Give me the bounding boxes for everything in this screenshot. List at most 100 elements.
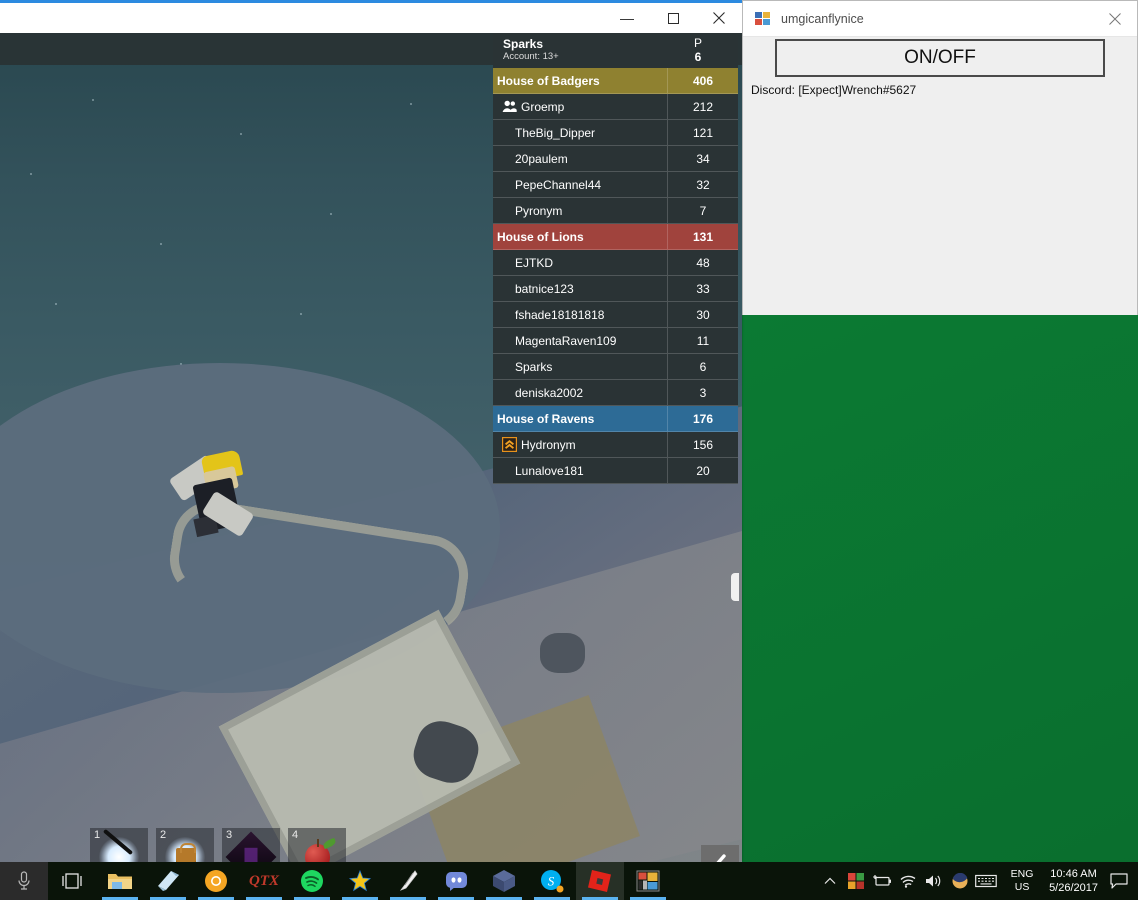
action-center-icon — [1110, 873, 1128, 889]
side-panel-handle[interactable] — [731, 573, 739, 601]
red-apple-icon — [305, 837, 337, 862]
player-score: 3 — [667, 380, 738, 406]
player-score: 11 — [667, 328, 738, 354]
brown-bag-icon — [176, 843, 196, 862]
taskbar-app-visual-studio[interactable] — [624, 862, 672, 900]
leaderboard-row[interactable]: MagentaRaven109 11 — [493, 328, 738, 354]
keyboard-icon[interactable] — [973, 862, 999, 900]
leaderboard-row[interactable]: 20paulem 34 — [493, 146, 738, 172]
antivirus-icon[interactable] — [843, 862, 869, 900]
language-indicator[interactable]: ENG US — [1003, 862, 1041, 900]
inventory-hotbar[interactable]: 1 2 3 4 — [90, 828, 346, 862]
player-score: 33 — [667, 276, 738, 302]
taskbar-app-discord[interactable] — [432, 862, 480, 900]
leaderboard-row[interactable]: TheBig_Dipper 121 — [493, 120, 738, 146]
spotify-icon — [301, 870, 323, 892]
player-name-cell: 20paulem — [493, 146, 667, 172]
team-name: House of Ravens — [493, 406, 667, 432]
leaderboard-row[interactable]: batnice123 33 — [493, 276, 738, 302]
team-score: 176 — [667, 406, 738, 432]
leaderboard-row[interactable]: EJTKD 48 — [493, 250, 738, 276]
leaderboard-row[interactable]: Pyronym 7 — [493, 198, 738, 224]
player-name-text: 20paulem — [515, 151, 568, 166]
taskbar-app-qtx[interactable]: QTX — [240, 862, 288, 900]
taskbar-clock[interactable]: 10:46 AM 5/26/2017 — [1049, 862, 1098, 900]
taskbar-app-roblox-studio[interactable] — [480, 862, 528, 900]
points-column-header: P — [693, 35, 702, 50]
player-leaderboard: Sparks Account: 13+ P 6 House of Badgers… — [493, 33, 738, 484]
tool-window-title: umgicanflynice — [781, 11, 864, 26]
leaderboard-row[interactable]: Groemp 212 — [493, 94, 738, 120]
chevron-left-icon — [716, 854, 726, 862]
player-score: 6 — [667, 354, 738, 380]
hotbar-slot-2[interactable]: 2 — [156, 828, 214, 862]
chevron-up-icon[interactable] — [817, 862, 843, 900]
taskbar-app-roblox-player[interactable] — [576, 862, 624, 900]
leaderboard-row[interactable]: Hydronym 156 — [493, 432, 738, 458]
leaderboard-row[interactable]: Lunalove181 20 — [493, 458, 738, 484]
team-score: 131 — [667, 224, 738, 250]
taskbar-app-file-explorer[interactable] — [96, 862, 144, 900]
skype-icon: S — [541, 870, 564, 893]
player-name-text: EJTKD — [515, 255, 554, 270]
player-score: 121 — [667, 120, 738, 146]
player-name-cell: EJTKD — [493, 250, 667, 276]
volume-icon[interactable] — [921, 862, 947, 900]
player-name-cell: Lunalove181 — [493, 458, 667, 484]
player-name-text: deniska2002 — [515, 385, 584, 400]
player-name-text: MagentaRaven109 — [515, 333, 617, 348]
collapse-panel-button[interactable] — [701, 845, 739, 862]
qtx-icon: QTX — [249, 872, 279, 889]
taskbar-app-star[interactable] — [336, 862, 384, 900]
account-age-label: Account: 13+ — [503, 50, 559, 62]
leaderboard-row[interactable]: PepeChannel44 32 — [493, 172, 738, 198]
orb-icon[interactable] — [947, 862, 973, 900]
player-name-text: fshade18181818 — [515, 307, 605, 322]
dark-gem-icon — [225, 831, 277, 862]
game-window-titlebar[interactable]: — — [0, 3, 742, 33]
tool-window-body: ON/OFF Discord: [Expect]Wrench#5627 — [743, 37, 1137, 315]
battery-icon[interactable] — [869, 862, 895, 900]
taskbar-app-skype[interactable]: S — [528, 862, 576, 900]
player-score: 156 — [667, 432, 738, 458]
hotbar-slot-number: 2 — [160, 829, 167, 841]
team-name: House of Lions — [493, 224, 667, 250]
maximize-button[interactable] — [650, 3, 696, 33]
player-name-text: Groemp — [521, 99, 565, 114]
player-name-text: PepeChannel44 — [515, 177, 602, 192]
player-name-cell: Sparks — [493, 354, 667, 380]
tool-window-close-button[interactable] — [1092, 1, 1137, 36]
leaderboard-row[interactable]: Sparks 6 — [493, 354, 738, 380]
player-score: 32 — [667, 172, 738, 198]
minimize-button[interactable]: — — [604, 3, 650, 33]
microphone-icon — [18, 871, 30, 890]
close-icon — [1108, 12, 1121, 25]
roblox-icon — [588, 870, 611, 892]
taskbar-app-chrome-canary[interactable] — [192, 862, 240, 900]
player-name-cell: MagentaRaven109 — [493, 328, 667, 354]
wifi-icon[interactable] — [895, 862, 921, 900]
hotbar-slot-4[interactable]: 4 — [288, 828, 346, 862]
cortana-microphone-button[interactable] — [0, 862, 48, 900]
taskbar-app-paint-tool[interactable] — [384, 862, 432, 900]
player-name-cell: deniska2002 — [493, 380, 667, 406]
player-avatar — [168, 449, 265, 543]
hotbar-slot-3[interactable]: 3 — [222, 828, 280, 862]
close-button[interactable] — [696, 3, 742, 33]
brush-icon — [399, 870, 418, 891]
taskbar-app-spotify[interactable] — [288, 862, 336, 900]
task-view-icon — [62, 873, 82, 889]
taskbar-app-sticky-notes[interactable] — [144, 862, 192, 900]
task-view-button[interactable] — [48, 862, 96, 900]
leaderboard-row[interactable]: deniska2002 3 — [493, 380, 738, 406]
player-score: 30 — [667, 302, 738, 328]
on-off-toggle-button[interactable]: ON/OFF — [775, 39, 1105, 77]
hotbar-slot-1[interactable]: 1 — [90, 828, 148, 862]
leaderboard-row[interactable]: fshade18181818 30 — [493, 302, 738, 328]
action-center-button[interactable] — [1104, 862, 1134, 900]
discord-contact-label: Discord: [Expect]Wrench#5627 — [751, 83, 917, 97]
roblox-game-window: — 1 2 3 4 Sparks Account: 13+ P 6 House … — [0, 0, 742, 862]
player-name-cell: fshade18181818 — [493, 302, 667, 328]
player-name-text: Pyronym — [515, 203, 563, 218]
tool-window-titlebar[interactable]: umgicanflynice — [743, 1, 1137, 37]
